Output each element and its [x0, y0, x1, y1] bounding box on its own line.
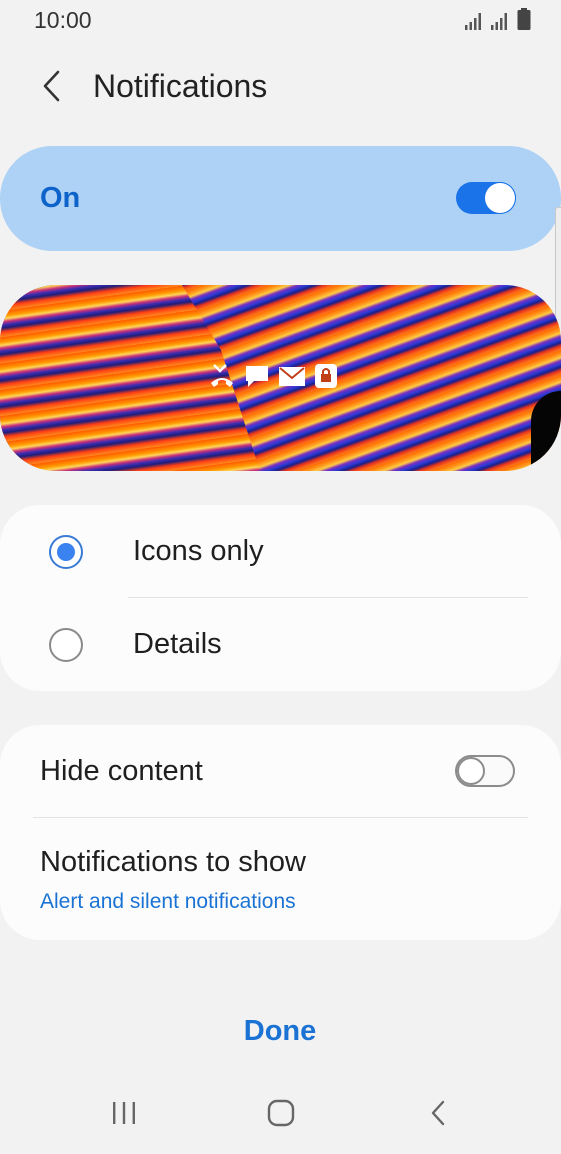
recent-apps-button[interactable]: [94, 1092, 154, 1138]
back-icon: [428, 1099, 448, 1132]
master-toggle[interactable]: [456, 182, 516, 214]
signal-icon: [491, 12, 511, 35]
status-bar: 10:00: [0, 0, 561, 42]
battery-icon: [517, 8, 531, 35]
wallpaper-shadow: [531, 391, 561, 471]
lock-icon: [314, 363, 338, 389]
recent-apps-icon: [110, 1100, 138, 1131]
toggle-knob: [485, 183, 515, 213]
message-icon: [244, 363, 270, 389]
radio-row-icons-only[interactable]: Icons only: [0, 505, 561, 597]
status-icons: [465, 8, 531, 35]
radio-label: Details: [133, 628, 222, 660]
navigation-bar: [0, 1080, 561, 1154]
notifications-to-show-row[interactable]: Notifications to show Alert and silent n…: [0, 818, 561, 940]
home-icon: [266, 1098, 296, 1133]
notifications-to-show-value: Alert and silent notifications: [40, 890, 296, 913]
signal-icon: [465, 12, 485, 35]
email-icon: [278, 364, 306, 388]
notification-style-card: Icons only Details: [0, 505, 561, 691]
master-switch-label: On: [40, 182, 81, 214]
chevron-left-icon: [41, 69, 63, 108]
radio-label: Icons only: [133, 535, 264, 567]
missed-call-icon: [208, 362, 236, 390]
preview-icons: [208, 362, 338, 390]
status-time: 10:00: [34, 7, 92, 33]
radio-row-details[interactable]: Details: [0, 598, 561, 690]
done-button[interactable]: Done: [180, 1004, 380, 1058]
radio-icons-only[interactable]: [49, 535, 83, 569]
page-title: Notifications: [93, 68, 268, 104]
notifications-to-show-label: Notifications to show: [40, 846, 306, 878]
hide-content-row[interactable]: Hide content: [0, 725, 561, 817]
toggle-knob: [457, 757, 485, 785]
master-switch-row[interactable]: On: [0, 146, 561, 251]
hide-content-label: Hide content: [40, 755, 203, 787]
nav-back-button[interactable]: [408, 1092, 468, 1138]
home-button[interactable]: [251, 1092, 311, 1138]
radio-details[interactable]: [49, 628, 83, 662]
hide-content-toggle[interactable]: [455, 755, 515, 787]
back-button[interactable]: [28, 64, 76, 112]
notification-options-card: Hide content Notifications to show Alert…: [0, 725, 561, 940]
header: Notifications: [0, 50, 561, 126]
